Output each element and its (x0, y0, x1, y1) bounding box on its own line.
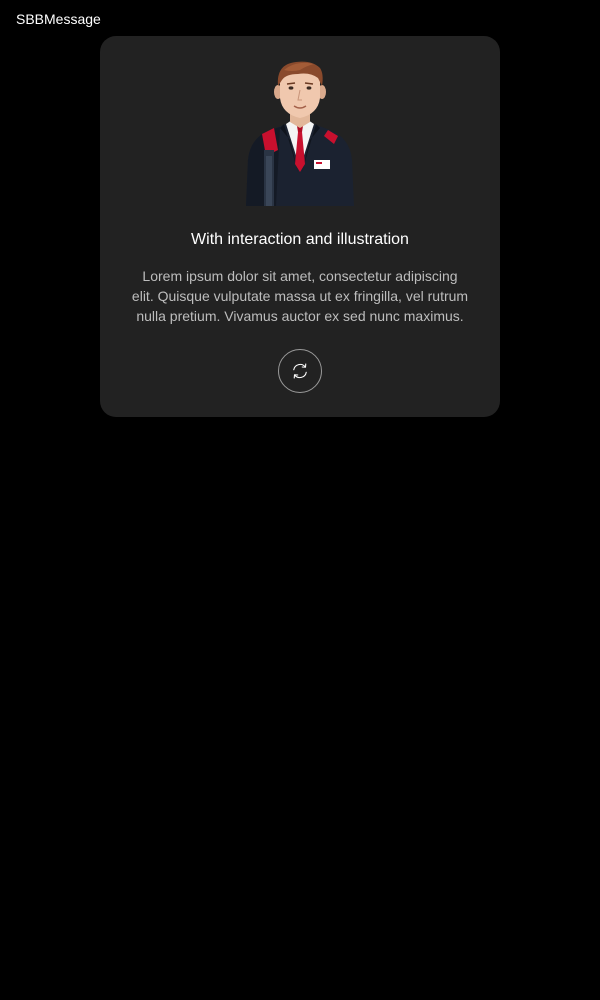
refresh-button[interactable] (278, 349, 322, 393)
refresh-icon (290, 361, 310, 381)
app-title: SBBMessage (16, 11, 101, 27)
train-staff-person-illustration (240, 60, 360, 206)
message-card: With interaction and illustration Lorem … (100, 36, 500, 417)
message-title: With interaction and illustration (191, 231, 409, 248)
message-body: Lorem ipsum dolor sit amet, consectetur … (131, 268, 469, 324)
